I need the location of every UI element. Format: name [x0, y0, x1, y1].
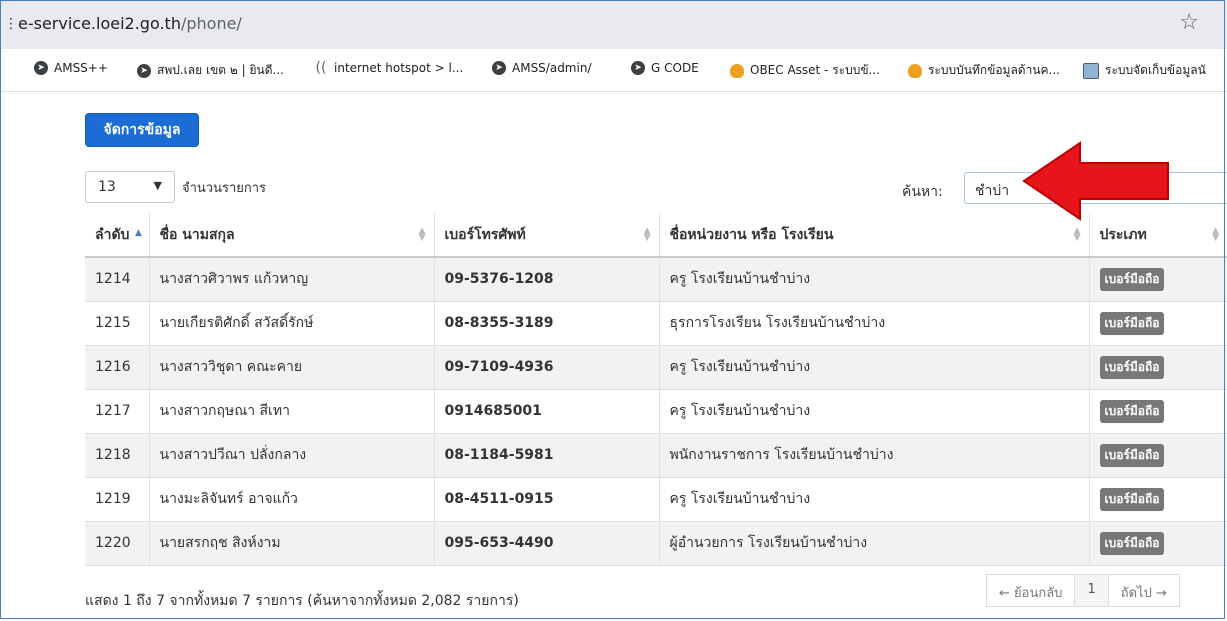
- window-frame: [0, 0, 1225, 619]
